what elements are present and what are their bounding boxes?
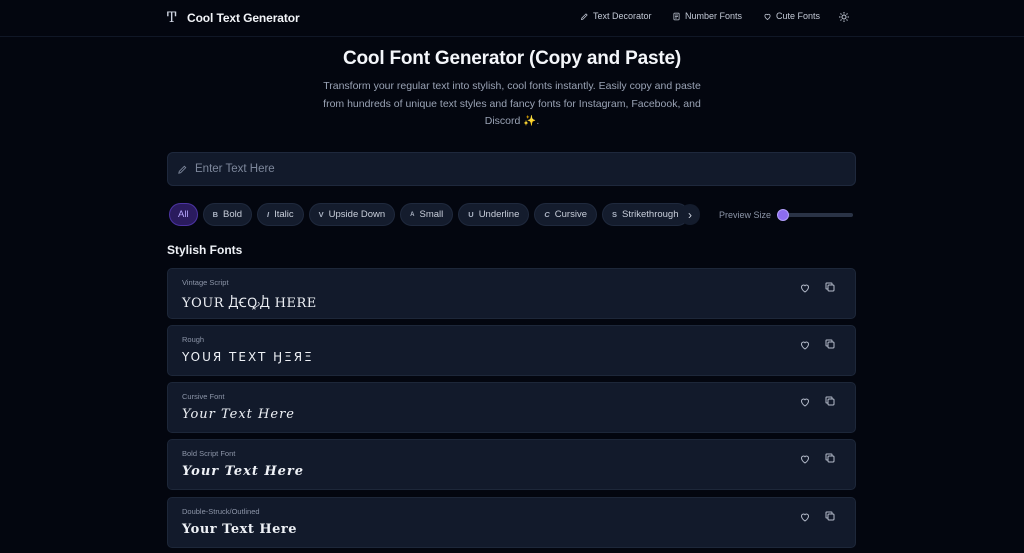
chip-label: Upside Down [328,209,386,220]
sun-icon[interactable] [838,11,850,23]
copy-icon[interactable] [824,338,836,350]
pencil-icon [580,12,588,20]
nav-label: Number Fonts [685,11,743,21]
chip-label: Cursive [554,209,587,220]
font-name: Double-Struck/Outlined [182,507,260,516]
brand[interactable]: Ͳ Cool Text Generator [167,8,300,28]
chip-label: Underline [478,209,520,220]
copy-icon[interactable] [824,452,836,464]
logo-icon: Ͳ [167,10,177,26]
strikethrough-icon: S [611,210,617,219]
filter-italic[interactable]: I Italic [257,203,304,226]
chip-label: Strikethrough [622,209,679,220]
bold-icon: B [212,210,218,219]
pencil-icon [178,165,187,174]
font-sample[interactable]: Your Text Here [182,522,297,537]
filter-chips: All B Bold I Italic V Upside Down A Small UU… [169,203,705,227]
section-title: Stylish Fonts [167,243,243,257]
page-description: Transform your regular text into stylish… [323,80,701,127]
nav-cute-fonts[interactable]: Cute Fonts [763,11,820,21]
nav-number-fonts[interactable]: Number Fonts [672,11,742,21]
chevron-right-icon[interactable]: › [680,204,700,225]
copy-icon[interactable] [824,281,836,293]
filter-bold[interactable]: B Bold [202,203,252,226]
chip-label: Small [419,209,444,220]
font-card-rough[interactable]: Rough YOUЯ TEXT ӇΞЯΞ [167,325,856,376]
font-sample[interactable]: YOUR ꚀꞒꝘꚀ HERE [182,293,317,311]
top-header: Ͳ Cool Text Generator Text Decorator Num… [0,0,1024,37]
nav-text-decorator[interactable]: Text Decorator [580,11,652,21]
small-icon: A [410,211,415,218]
underline-icon: U [468,210,474,219]
font-card-bold-script[interactable]: Bold Script Font Your Text Here [167,439,856,490]
font-name: Vintage Script [182,278,229,287]
heart-icon[interactable] [799,511,811,523]
filter-upside-down[interactable]: V Upside Down [308,203,396,226]
font-name: Bold Script Font [182,449,236,458]
filter-all[interactable]: All [169,203,198,226]
document-icon [673,12,680,20]
font-card-cursive[interactable]: Cursive Font Your Text Here [167,382,856,433]
upside-down-icon: V [318,210,324,219]
preview-size-label: Preview Size [719,210,772,220]
font-sample[interactable]: YOUЯ TEXT ӇΞЯΞ [182,350,314,364]
nav-label: Cute Fonts [776,11,821,21]
font-card-vintage-script[interactable]: Vintage Script YOUR ꚀꞒꝘꚀ HERE [167,268,856,319]
copy-icon[interactable] [824,395,836,407]
filter-small[interactable]: A Small [400,203,454,226]
cursive-icon: C [544,210,550,219]
heart-icon[interactable] [799,339,811,351]
filter-underline[interactable]: U Underline [458,203,530,226]
text-input-container[interactable] [167,152,856,186]
copy-icon[interactable] [824,510,836,522]
font-name: Cursive Font [182,392,225,401]
font-card-double-struck[interactable]: Double-Struck/Outlined Your Text Here [167,497,856,548]
heart-icon[interactable] [799,453,811,465]
slider-thumb[interactable] [777,209,789,221]
heart-icon[interactable] [799,282,811,294]
brand-title[interactable]: Cool Text Generator [187,11,300,25]
chip-label: All [178,209,189,220]
page-title: Cool Font Generator (Copy and Paste) [343,48,681,69]
preview-size-slider[interactable] [781,213,853,217]
italic-icon: I [267,210,270,219]
chip-label: Bold [222,209,242,220]
filter-strikethrough[interactable]: S Strikethrough [601,203,689,226]
font-sample[interactable]: Your Text Here [182,464,304,479]
nav-label: Text Decorator [593,11,652,21]
font-sample[interactable]: Your Text Here [182,407,295,422]
filter-cursive[interactable]: C Cursive [534,203,597,226]
font-name: Rough [182,335,205,344]
chip-label: Italic [274,209,294,220]
heart-icon[interactable] [799,396,811,408]
text-input[interactable] [195,163,835,175]
heart-icon [764,13,771,20]
